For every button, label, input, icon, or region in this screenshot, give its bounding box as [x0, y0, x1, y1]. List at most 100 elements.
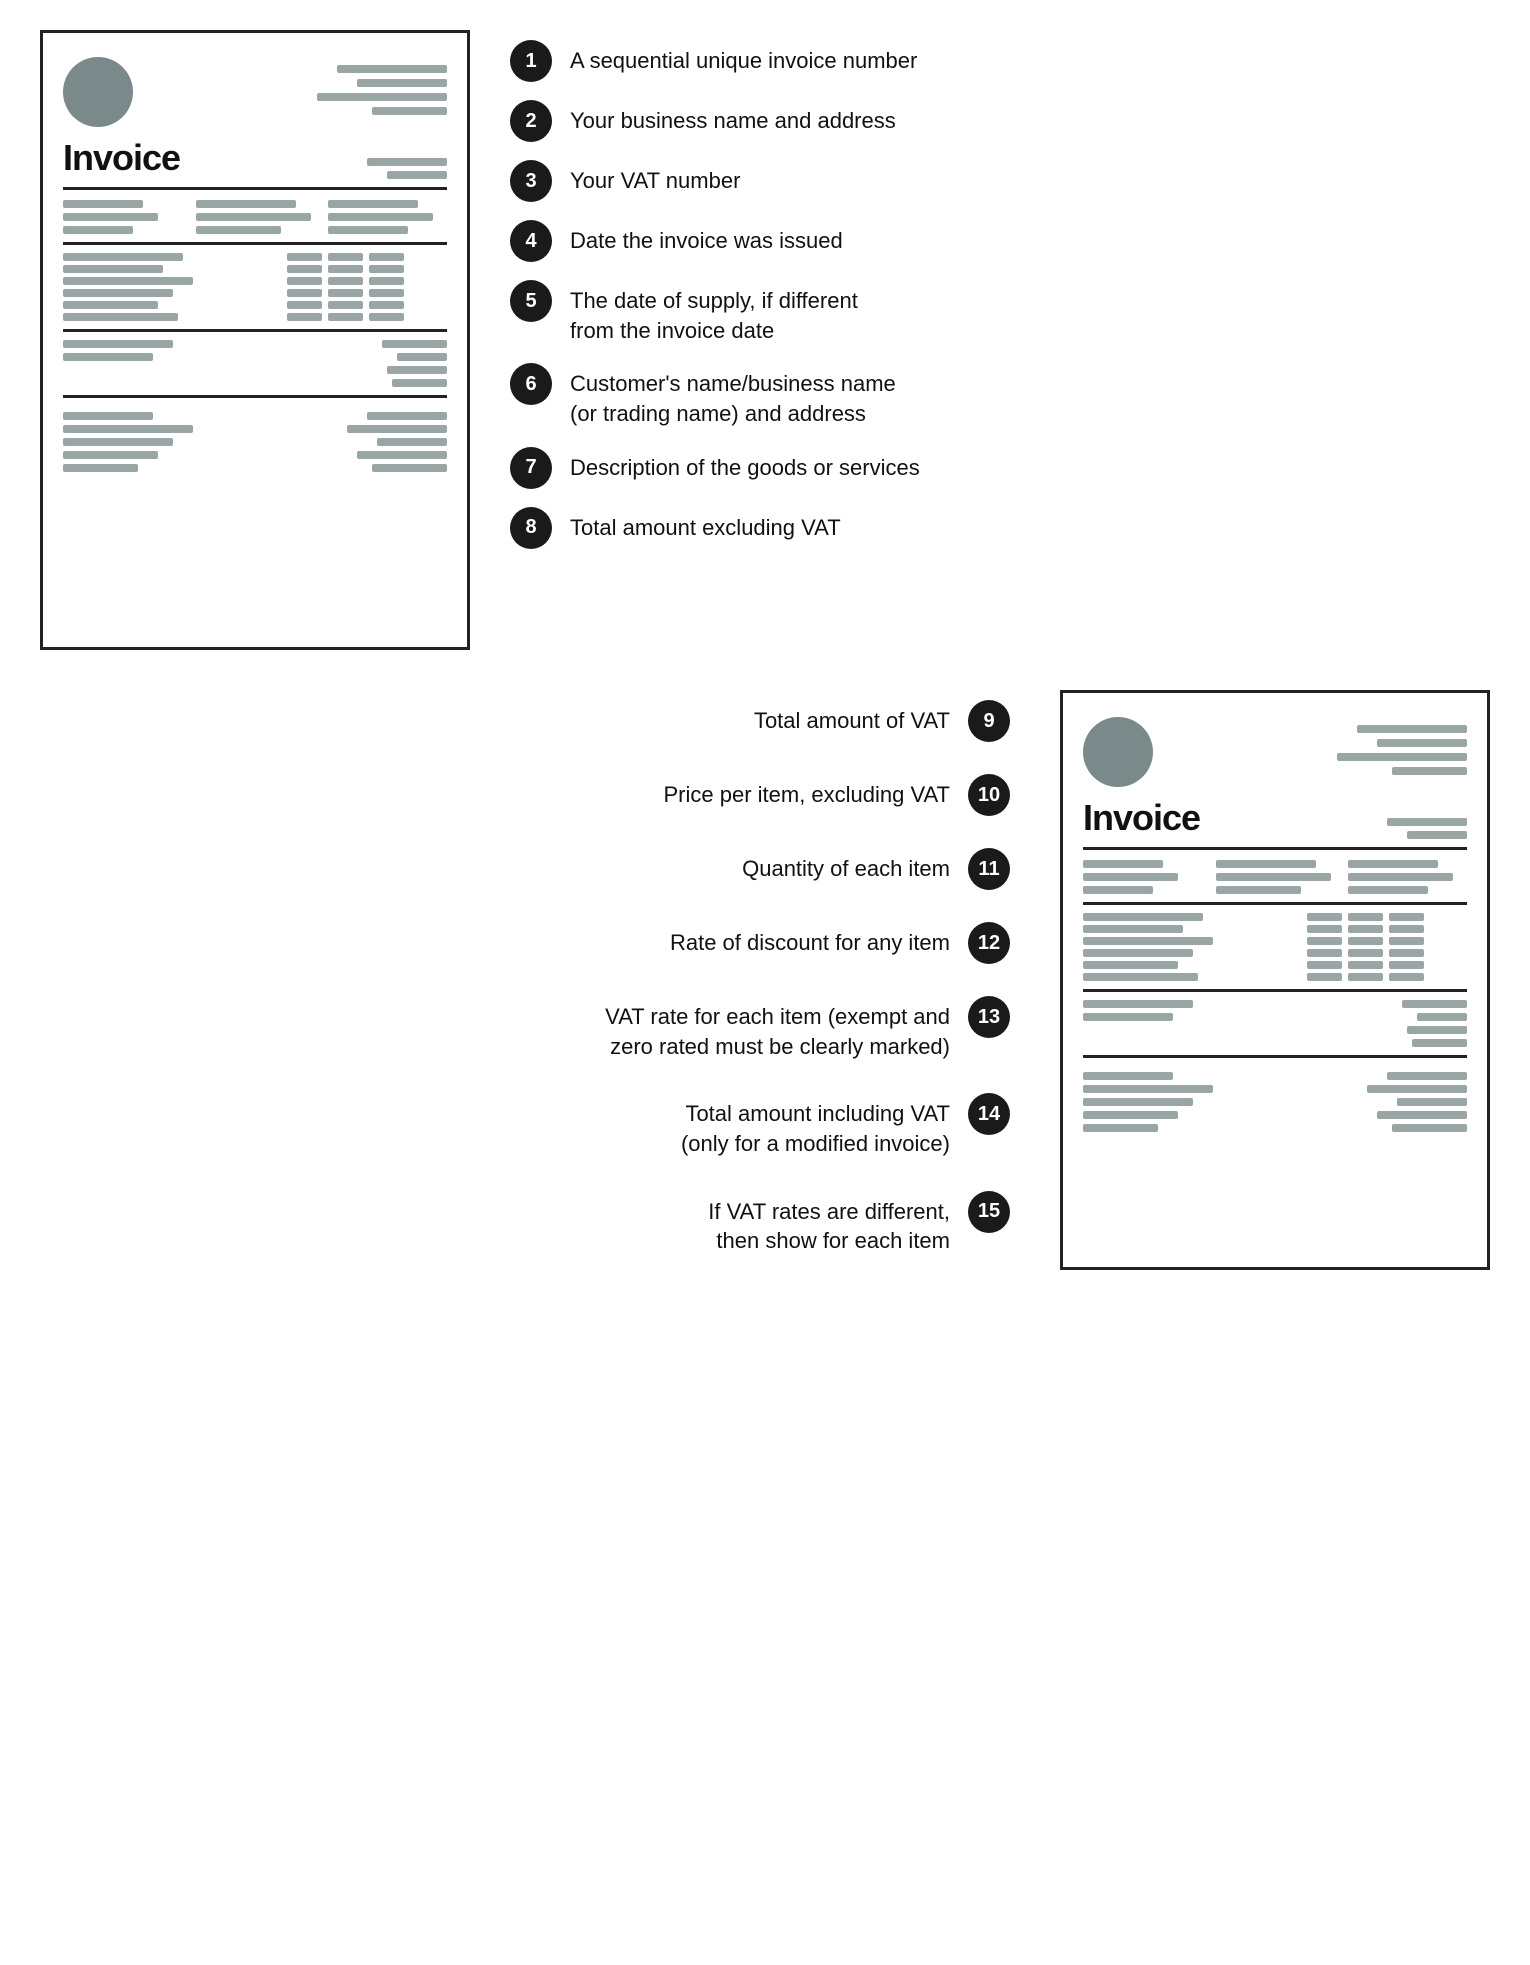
line	[1216, 873, 1331, 881]
line	[357, 451, 447, 459]
line	[63, 425, 193, 433]
line	[287, 289, 322, 297]
line	[347, 425, 447, 433]
line	[1083, 1072, 1173, 1080]
invoice-divider-b1	[1083, 902, 1467, 905]
line	[1392, 767, 1467, 775]
line	[1412, 1039, 1467, 1047]
line	[1083, 1098, 1193, 1106]
line	[1307, 913, 1342, 921]
item-entry-8: 8 Total amount excluding VAT	[510, 507, 1490, 549]
line	[1367, 1085, 1467, 1093]
line	[317, 93, 447, 101]
invoice-header-b	[1083, 717, 1467, 787]
line	[328, 313, 363, 321]
line	[63, 313, 178, 321]
item-badge-11: 11	[968, 848, 1010, 890]
line	[372, 464, 447, 472]
line	[1083, 1111, 1178, 1119]
line	[1397, 1098, 1467, 1106]
line	[1389, 949, 1424, 957]
line	[63, 289, 173, 297]
line	[63, 451, 158, 459]
item-text-8: Total amount excluding VAT	[570, 507, 841, 543]
item-entry-4: 4 Date the invoice was issued	[510, 220, 1490, 262]
line	[1348, 860, 1438, 868]
line	[1307, 973, 1342, 981]
line	[196, 226, 281, 234]
table-row-item	[63, 253, 277, 261]
item-badge-13: 13	[968, 996, 1010, 1038]
line	[287, 301, 322, 309]
line	[1348, 937, 1383, 945]
item-text-10: Price per item, excluding VAT	[663, 774, 950, 810]
line	[1402, 1000, 1467, 1008]
invoice-divider-b2	[1083, 989, 1467, 992]
invoice-table-section	[63, 253, 447, 321]
bottom-right-b	[1282, 1072, 1467, 1132]
top-section: Invoice	[40, 30, 1490, 650]
item-entry-9: Total amount of VAT 9	[40, 700, 1010, 742]
invoice-lines-right-b	[1337, 725, 1467, 775]
line	[328, 226, 408, 234]
table-row-item	[63, 301, 277, 309]
item-text-1: A sequential unique invoice number	[570, 40, 917, 76]
item-text-12: Rate of discount for any item	[670, 922, 950, 958]
table-row-item	[63, 265, 277, 273]
item-text-9: Total amount of VAT	[754, 700, 950, 736]
invoice-logo	[63, 57, 133, 127]
line	[1348, 925, 1383, 933]
line	[1407, 1026, 1467, 1034]
line	[1083, 1013, 1173, 1021]
line	[287, 265, 322, 273]
table-right	[287, 253, 447, 321]
invoice-col-b1	[1083, 860, 1202, 894]
item-badge-3: 3	[510, 160, 552, 202]
invoice-info-row-b	[1083, 860, 1467, 894]
line	[1216, 860, 1316, 868]
item-text-5: The date of supply, if differentfrom the…	[570, 280, 858, 345]
line	[328, 213, 433, 221]
item-text-2: Your business name and address	[570, 100, 896, 136]
line	[367, 158, 447, 166]
line	[1389, 925, 1424, 933]
line	[1348, 973, 1383, 981]
line	[328, 265, 363, 273]
invoice-col-2	[196, 200, 315, 234]
line	[1083, 961, 1178, 969]
invoice-col-b2	[1216, 860, 1335, 894]
line	[1348, 949, 1383, 957]
line	[382, 340, 447, 348]
item-entry-13: VAT rate for each item (exempt andzero r…	[40, 996, 1010, 1061]
line	[1348, 873, 1453, 881]
item-badge-4: 4	[510, 220, 552, 262]
line	[369, 253, 404, 261]
line	[1407, 831, 1467, 839]
item-badge-6: 6	[510, 363, 552, 405]
table-left	[63, 253, 277, 321]
item-entry-2: 2 Your business name and address	[510, 100, 1490, 142]
line	[1307, 961, 1342, 969]
line	[369, 289, 404, 297]
line	[397, 353, 447, 361]
line	[1348, 886, 1428, 894]
line	[1083, 937, 1213, 945]
item-entry-6: 6 Customer's name/business name(or tradi…	[510, 363, 1490, 428]
line	[1377, 739, 1467, 747]
line	[63, 226, 133, 234]
line	[367, 412, 447, 420]
item-entry-5: 5 The date of supply, if differentfrom t…	[510, 280, 1490, 345]
item-badge-10: 10	[968, 774, 1010, 816]
item-text-15: If VAT rates are different,then show for…	[708, 1191, 950, 1256]
line	[1389, 913, 1424, 921]
line	[1348, 961, 1383, 969]
item-text-4: Date the invoice was issued	[570, 220, 843, 256]
line	[387, 171, 447, 179]
line	[63, 213, 158, 221]
line	[328, 277, 363, 285]
invoice-table-section-b	[1083, 913, 1467, 981]
line	[1083, 1085, 1213, 1093]
items-list-top: 1 A sequential unique invoice number 2 Y…	[510, 30, 1490, 549]
line	[1307, 925, 1342, 933]
line	[1377, 1111, 1467, 1119]
